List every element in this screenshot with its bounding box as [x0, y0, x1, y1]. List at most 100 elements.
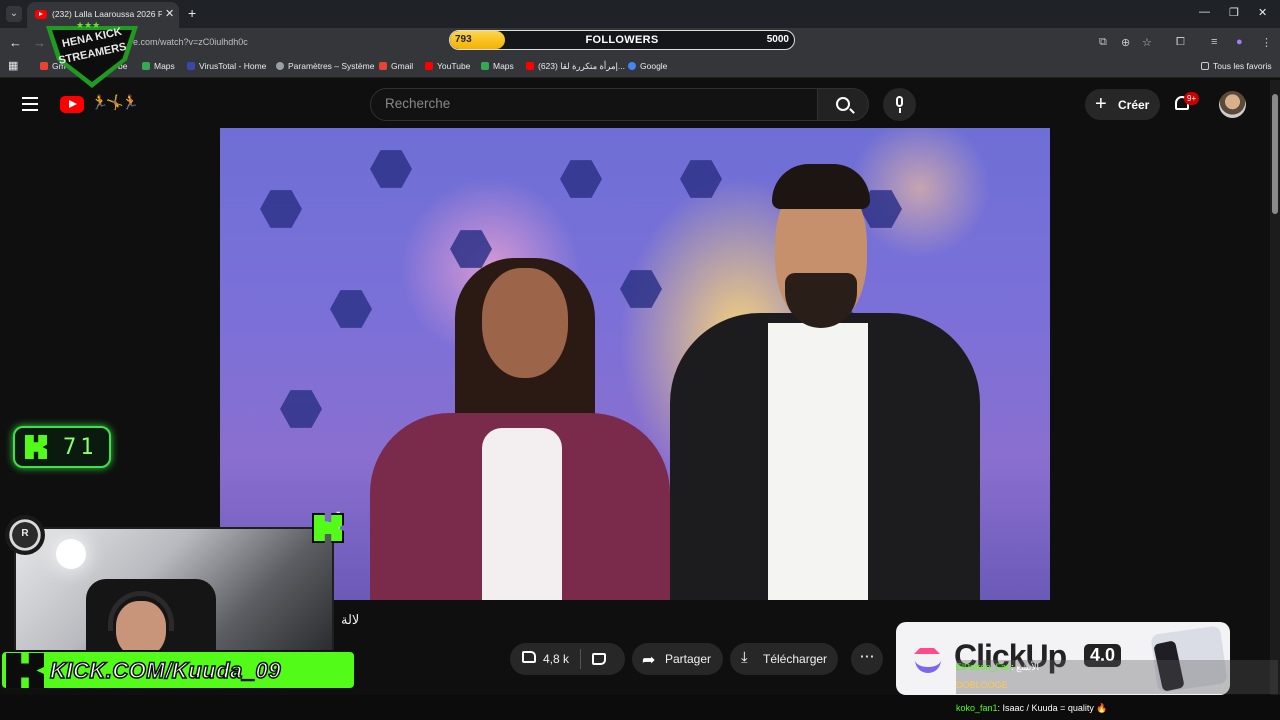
youtube-logo[interactable] [60, 96, 84, 113]
bookmark-gmail-2[interactable]: Gmail [379, 61, 413, 71]
apps-grid-icon[interactable]: ▦ [8, 59, 18, 72]
clickup-logo-bottom [915, 660, 941, 673]
chat-message: ElPatron_Fan: الأبشع [956, 662, 1039, 673]
bookmarks-bar: ▦ Gm be Maps VirusTotal - Home Paramètre… [0, 56, 1280, 78]
kick-viewer-counter: 71 [13, 426, 111, 468]
cast-icon[interactable]: ⧉ [1099, 36, 1107, 49]
menu-kebab-icon[interactable]: ⋮ [1261, 36, 1272, 49]
followers-goal: 5000 [766, 34, 789, 45]
followers-label: FOLLOWERS [585, 34, 659, 46]
bookmark-youtube-video[interactable]: (623) إمرأة متكررة لقا... [526, 61, 625, 72]
restore-icon[interactable]: ❐ [1229, 6, 1239, 19]
chat-message: DOBLOOGE [956, 680, 1008, 690]
create-button[interactable]: + Créer [1085, 89, 1160, 120]
forward-arrow-icon[interactable]: → [33, 35, 46, 50]
share-arrow-icon: ➦ [642, 652, 656, 669]
man-hair [772, 164, 870, 209]
webcam-light [56, 539, 86, 569]
profile-icon[interactable]: ● [1236, 36, 1243, 48]
youtube-favicon-icon [35, 10, 47, 19]
kick-k-icon [25, 435, 47, 459]
round-emblem-badge: R [5, 515, 45, 555]
notifications-badge: 9+ [1184, 92, 1200, 105]
bookmark-google[interactable]: Google [628, 61, 667, 71]
new-tab-icon[interactable]: + [188, 5, 196, 21]
bottom-chat-strip: koko_fan1: Isaac / Kuuda = quality 🔥 [0, 695, 1280, 720]
bookmark-virustotal[interactable]: VirusTotal - Home [187, 61, 266, 71]
youtube-icon [526, 62, 534, 70]
gmail-icon [379, 62, 387, 70]
browser-tab-active[interactable]: (232) Lalla Laaroussa 2026 Prim ✕ [27, 2, 179, 28]
bookmark-settings[interactable]: Paramètres – Système [276, 61, 374, 71]
gear-icon [276, 62, 284, 70]
thumbs-down-icon[interactable] [592, 653, 606, 665]
bookmark-label: Google [640, 61, 668, 71]
search-box [370, 88, 818, 121]
bookmark-maps-1[interactable]: Maps [142, 61, 175, 71]
search-button[interactable] [817, 88, 869, 121]
window-close-icon[interactable]: ✕ [1258, 6, 1267, 19]
chat-user: ElPatron_Fan [956, 662, 1012, 672]
bookmark-label: Gmail [391, 61, 414, 71]
chat-user: koko_fan1 [956, 703, 998, 713]
avatar[interactable] [1219, 91, 1246, 118]
youtube-doodle-icon[interactable]: 🏃🤸🏃 [91, 94, 139, 111]
like-divider [580, 649, 581, 669]
bookmark-label: Maps [154, 61, 175, 71]
man-shirt [768, 323, 868, 600]
chat-user: DOBLOOGE [956, 680, 1008, 690]
video-player[interactable]: لع [220, 128, 1050, 600]
search-icon [836, 97, 850, 111]
minimize-icon[interactable]: — [1199, 6, 1210, 18]
back-arrow-icon[interactable]: ← [9, 35, 22, 50]
maps-icon [142, 62, 150, 70]
browser-tab-strip: ⌄ (232) Lalla Laaroussa 2026 Prim ✕ + — … [0, 0, 1280, 28]
url-field[interactable]: e.com/watch?v=zC0iulhdh0c [133, 37, 248, 47]
folder-icon [1201, 62, 1209, 70]
bookmark-label: (623) إمرأة متكررة لقا... [538, 61, 625, 71]
zoom-icon[interactable]: ⊕ [1121, 36, 1130, 49]
maps-icon [481, 62, 489, 70]
share-label: Partager [665, 652, 712, 666]
tab-list-chevron-icon[interactable]: ⌄ [6, 6, 22, 22]
download-icon: ⤓ [741, 649, 748, 666]
search-input[interactable] [385, 96, 805, 111]
all-bookmarks-folder[interactable]: Tous les favoris [1201, 61, 1272, 71]
tab-close-icon[interactable]: ✕ [165, 7, 174, 20]
like-count[interactable]: 4,8 k [543, 652, 569, 666]
background-hexagon [680, 160, 722, 198]
badge-stars-icon: ★★★ [76, 20, 101, 30]
more-actions-icon[interactable]: ⋯ [851, 643, 883, 675]
kick-k-icon [6, 653, 44, 688]
bookmark-label: VirusTotal - Home [199, 61, 267, 71]
woman-face [482, 268, 568, 378]
background-hexagon [620, 270, 662, 308]
clickup-logo-icon [912, 636, 946, 676]
bookmark-label: YouTube [437, 61, 471, 71]
extensions-icon[interactable]: ⧠ [1176, 36, 1185, 49]
bookmark-maps-2[interactable]: Maps [481, 61, 514, 71]
bookmark-label: Paramètres – Système [288, 61, 375, 71]
share-button[interactable]: ➦ Partager [632, 643, 723, 675]
kick-url: KICK.COM/Kuuda_09 [49, 657, 281, 684]
background-hexagon [450, 230, 492, 268]
media-control-icon[interactable]: ≡ [1211, 36, 1217, 48]
download-button[interactable]: ⤓ Télécharger [730, 643, 838, 675]
background-hexagon [260, 190, 302, 228]
bookmark-star-icon[interactable]: ☆ [1142, 36, 1152, 49]
page-scrollbar[interactable] [1270, 80, 1280, 695]
tab-title: (232) Lalla Laaroussa 2026 Prim [52, 9, 162, 19]
microphone-stand [899, 108, 901, 113]
bookmark-youtube-2[interactable]: YouTube [425, 61, 470, 71]
background-hexagon [330, 290, 372, 328]
thumbs-up-icon[interactable] [522, 651, 536, 663]
google-icon [628, 62, 636, 70]
clickup-logo-top [914, 638, 940, 654]
voice-search-button[interactable] [883, 88, 916, 121]
kick-streamers-badge: ★★★ HENA KICK STREAMERS [46, 20, 138, 88]
bookmark-label: Maps [493, 61, 514, 71]
scrollbar-thumb[interactable] [1272, 94, 1278, 214]
plus-icon: + [1095, 93, 1107, 115]
hamburger-menu-icon[interactable] [22, 97, 38, 111]
background-hexagon [280, 390, 322, 428]
